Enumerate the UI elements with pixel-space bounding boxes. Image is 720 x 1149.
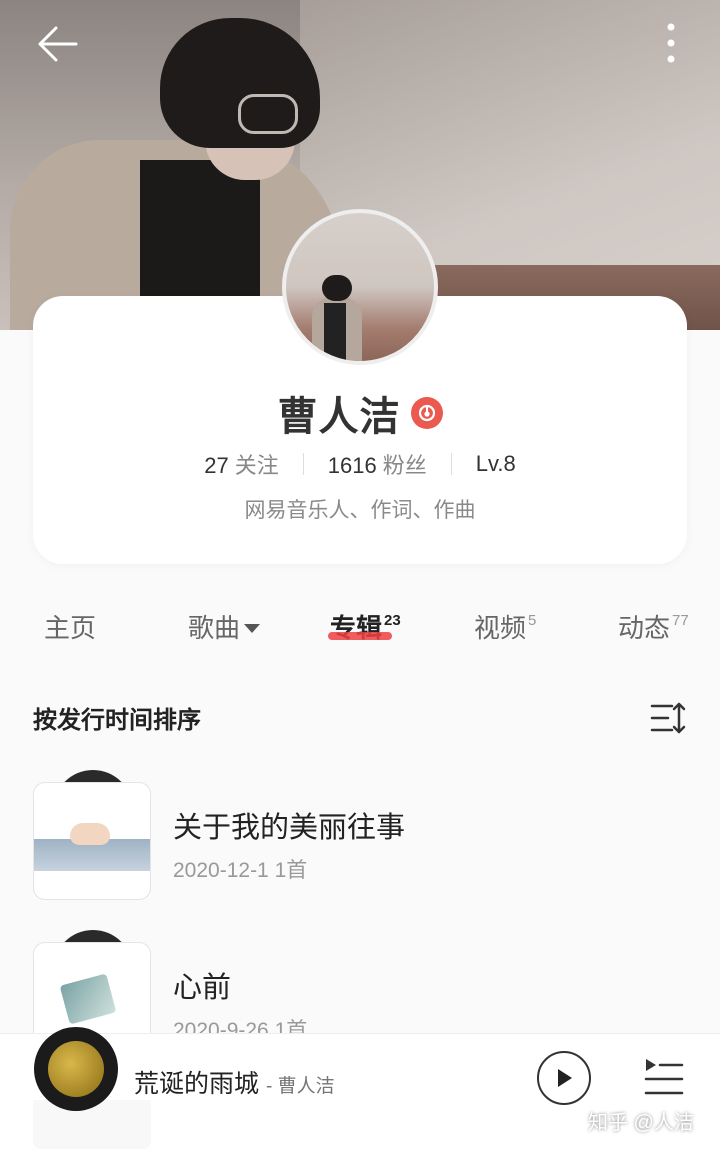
song-artist: - 曹人洁	[265, 1076, 335, 1097]
now-playing-disc[interactable]	[34, 1027, 118, 1111]
playlist-icon[interactable]	[640, 1055, 686, 1097]
artist-tags: 网易音乐人、作词、作曲	[244, 499, 476, 522]
artist-name-row: 曹人洁	[0, 384, 720, 442]
tab-home[interactable]: 主页	[44, 608, 96, 645]
musician-badge-icon	[410, 397, 443, 429]
fans-label: 粉丝	[382, 453, 427, 478]
fans-count: 1616	[327, 453, 377, 478]
watermark: 知乎 @人洁	[588, 1112, 694, 1134]
sort-order-icon[interactable]	[648, 700, 688, 736]
fans-stat[interactable]: 1616 粉丝	[328, 448, 427, 480]
artist-name: 曹人洁	[277, 395, 401, 439]
follow-label: 关注	[234, 453, 279, 478]
divider	[450, 453, 452, 475]
tab-activity[interactable]: 动态 77	[618, 608, 689, 645]
tab-bar: 主页 歌曲 专辑 23 视频 5 动态 77	[0, 600, 720, 660]
list-item[interactable]: 关于我的美丽往事 2020-12-1 1首	[33, 770, 687, 912]
back-arrow-icon[interactable]	[28, 20, 84, 68]
divider	[302, 453, 304, 475]
tab-songs[interactable]: 歌曲	[188, 608, 261, 645]
active-tab-indicator	[328, 632, 392, 640]
artist-stats: 27 关注 1616 粉丝 Lv.8	[0, 448, 720, 480]
tab-videos[interactable]: 视频 5	[474, 608, 536, 645]
sort-label[interactable]: 按发行时间排序	[33, 700, 201, 735]
more-options-icon[interactable]	[650, 18, 692, 68]
play-button[interactable]	[537, 1051, 591, 1105]
now-playing-title[interactable]: 荒诞的雨城 - 曹人洁	[134, 1064, 335, 1100]
avatar[interactable]	[282, 209, 438, 365]
album-cover	[33, 782, 151, 900]
play-icon	[558, 1069, 572, 1087]
album-title: 关于我的美丽往事	[173, 812, 406, 844]
song-title: 荒诞的雨城	[134, 1070, 260, 1098]
level-badge: Lv.8	[475, 451, 516, 476]
album-meta: 2020-12-1 1首	[173, 859, 308, 882]
album-title: 心前	[173, 972, 232, 1004]
chevron-down-icon	[244, 624, 261, 633]
follow-count: 27	[204, 453, 229, 478]
follow-stat[interactable]: 27 关注	[204, 448, 279, 480]
